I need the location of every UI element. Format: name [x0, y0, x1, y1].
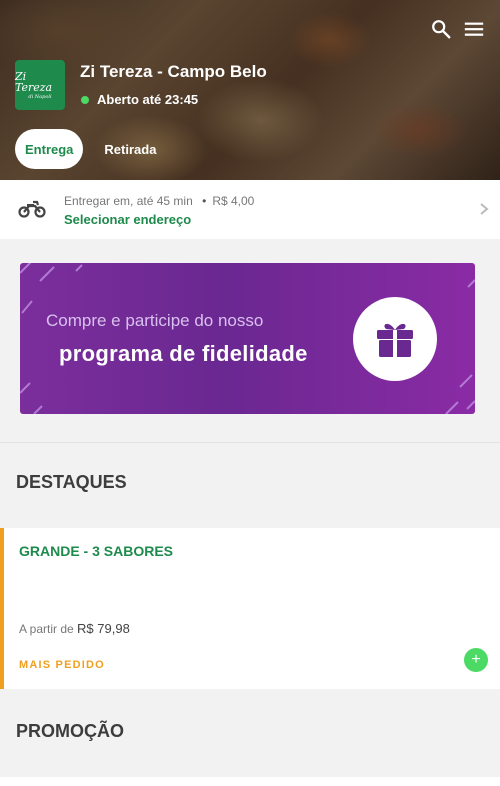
- order-mode-tabs: Entrega Retirada: [15, 129, 173, 169]
- store-header: Zi Tereza di Napoli Zi Tereza - Campo Be…: [0, 0, 500, 180]
- gift-icon: [377, 323, 413, 357]
- delivery-info: Entregar em, até 45 min • R$ 4,00: [64, 194, 254, 208]
- gift-badge: [353, 297, 437, 381]
- search-icon[interactable]: [430, 18, 452, 40]
- price-value: R$ 79,98: [77, 621, 130, 636]
- product-badge: MAIS PEDIDO: [19, 659, 105, 671]
- product-name: GRANDE - 3 SABORES: [19, 543, 174, 559]
- delivery-time: até 45 min: [136, 194, 193, 208]
- delivery-address-row[interactable]: Entregar em, até 45 min • R$ 4,00 Selecio…: [0, 180, 500, 239]
- banner-line-2: programa de fidelidade: [59, 341, 308, 366]
- status-dot-icon: [81, 95, 89, 104]
- delivery-fee: R$ 4,00: [212, 194, 255, 208]
- section-title-promocao: PROMOÇÃO: [16, 721, 124, 741]
- store-name: Zi Tereza - Campo Belo: [80, 62, 267, 81]
- loyalty-banner[interactable]: Compre e participe do nosso programa de …: [20, 263, 475, 414]
- chevron-right-icon[interactable]: [478, 202, 490, 216]
- delivery-separator: •: [202, 194, 207, 208]
- banner-line-1: Compre e participe do nosso: [46, 311, 264, 330]
- motorcycle-icon: [18, 200, 46, 218]
- logo-text: Zi Tereza: [15, 69, 53, 94]
- logo-subtext: di Napoli: [28, 93, 52, 100]
- store-logo: Zi Tereza di Napoli: [15, 60, 65, 110]
- add-to-cart-button[interactable]: +: [464, 648, 488, 672]
- price-prefix: A partir de: [19, 622, 74, 636]
- tab-retirada[interactable]: Retirada: [87, 129, 173, 169]
- product-price: A partir de R$ 79,98: [19, 621, 130, 636]
- next-section-card: [0, 777, 500, 786]
- menu-icon[interactable]: [463, 18, 485, 40]
- store-status: Aberto até 23:45: [80, 92, 198, 107]
- select-address-link[interactable]: Selecionar endereço: [64, 212, 191, 227]
- section-title-destaques: DESTAQUES: [16, 472, 127, 492]
- product-card[interactable]: GRANDE - 3 SABORES A partir de R$ 79,98 …: [0, 528, 500, 689]
- status-text: Aberto até 23:45: [97, 92, 199, 107]
- tab-entrega[interactable]: Entrega: [15, 129, 84, 169]
- section-divider: [0, 442, 500, 443]
- delivery-prefix: Entregar em,: [64, 194, 134, 208]
